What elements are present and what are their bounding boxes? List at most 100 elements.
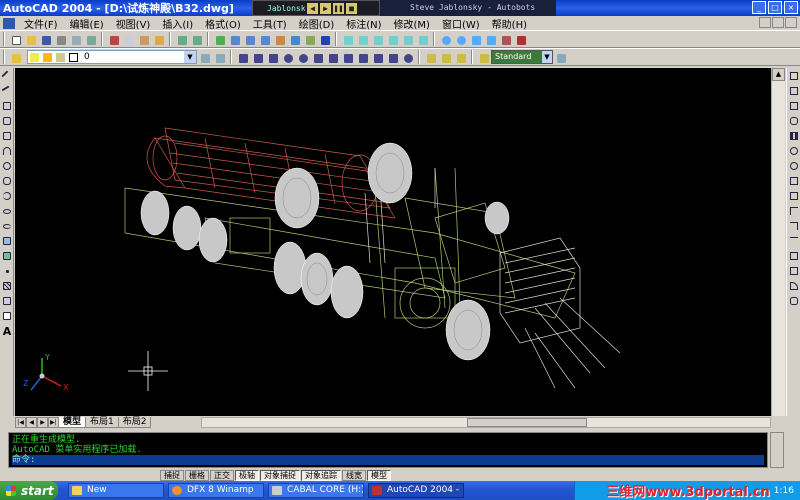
- taskbar-item-cabal-core[interactable]: CABAL CORE (H:): [268, 483, 364, 498]
- menu-modify[interactable]: 修改(M): [388, 16, 436, 31]
- spline-icon[interactable]: [1, 190, 13, 203]
- properties-icon[interactable]: [273, 33, 286, 46]
- chevron-down-icon[interactable]: ▼: [184, 51, 196, 63]
- menu-format[interactable]: 格式(O): [199, 16, 247, 31]
- osnap-midpoint-icon[interactable]: [356, 33, 369, 46]
- layer-previous-icon[interactable]: [213, 51, 226, 64]
- winamp-play-button[interactable]: ▶: [320, 2, 331, 14]
- rotate-icon[interactable]: [788, 160, 800, 173]
- arc-icon[interactable]: [1, 145, 13, 158]
- region-icon[interactable]: [1, 295, 13, 308]
- tolerance-icon[interactable]: [386, 51, 399, 64]
- publish-icon[interactable]: [84, 33, 97, 46]
- extend-icon[interactable]: [788, 220, 800, 233]
- first-tab-button[interactable]: |◀: [15, 416, 26, 428]
- dim-baseline-icon[interactable]: [341, 51, 354, 64]
- line-icon[interactable]: [1, 70, 13, 83]
- menu-dimension[interactable]: 标注(N): [340, 16, 387, 31]
- open-folder-icon[interactable]: [24, 33, 37, 46]
- polyline-icon[interactable]: [1, 100, 13, 113]
- dim-edit-icon[interactable]: [424, 51, 437, 64]
- menu-tools[interactable]: 工具(T): [247, 16, 293, 31]
- vertical-scrollbar[interactable]: ▲: [771, 68, 785, 416]
- taskbar-item-new[interactable]: New: [68, 483, 164, 498]
- menu-view[interactable]: 视图(V): [110, 16, 157, 31]
- center-mark-icon[interactable]: [401, 51, 414, 64]
- winamp-mini-player[interactable]: Jablonsky - ◀ ▶ ❚❚ ■: [252, 0, 380, 16]
- command-scrollbar[interactable]: [770, 432, 784, 468]
- rectangle-icon[interactable]: [1, 130, 13, 143]
- zoom-realtime-icon[interactable]: [228, 33, 241, 46]
- polar-toggle[interactable]: 极轴: [235, 469, 259, 481]
- dim-diameter-icon[interactable]: [296, 51, 309, 64]
- quick-dim-icon[interactable]: [326, 51, 339, 64]
- ortho-toggle[interactable]: 正交: [210, 469, 234, 481]
- dim-style-icon[interactable]: [477, 51, 490, 64]
- polygon-icon[interactable]: [1, 115, 13, 128]
- menu-edit[interactable]: 编辑(E): [64, 16, 110, 31]
- dim-radius-icon[interactable]: [281, 51, 294, 64]
- doc-close-button[interactable]: [785, 17, 797, 28]
- lineweight-toggle[interactable]: 线宽: [342, 469, 366, 481]
- zoom-previous-icon[interactable]: [258, 33, 271, 46]
- light-bulb-icon[interactable]: [30, 52, 39, 62]
- revision-cloud-icon[interactable]: [1, 175, 13, 188]
- chamfer-icon[interactable]: [788, 265, 800, 278]
- dim-linear-icon[interactable]: [236, 51, 249, 64]
- ellipse-icon[interactable]: [1, 205, 13, 218]
- match-properties-icon[interactable]: [152, 33, 165, 46]
- dim-angular-icon[interactable]: [311, 51, 324, 64]
- copy-object-icon[interactable]: [788, 85, 800, 98]
- chevron-down-icon[interactable]: ▼: [542, 51, 552, 63]
- start-button[interactable]: start: [0, 481, 58, 500]
- text-style-dropdown[interactable]: Standard ▼: [491, 50, 553, 64]
- osnap-settings-icon[interactable]: [514, 33, 527, 46]
- cut-icon[interactable]: [107, 33, 120, 46]
- offset-icon[interactable]: [788, 115, 800, 128]
- array-icon[interactable]: [788, 130, 800, 143]
- maximize-button[interactable]: □: [768, 1, 782, 14]
- move-icon[interactable]: [788, 145, 800, 158]
- osnap-intersection-icon[interactable]: [371, 33, 384, 46]
- model-toggle[interactable]: 模型: [367, 469, 391, 481]
- scale-icon[interactable]: [788, 175, 800, 188]
- osnap-endpoint-icon[interactable]: [341, 33, 354, 46]
- taskbar-item-dfx-winamp[interactable]: DFX 8 Winamp: [168, 483, 264, 498]
- close-button[interactable]: ×: [784, 1, 798, 14]
- break-at-point-icon[interactable]: [788, 235, 800, 248]
- erase-icon[interactable]: [788, 70, 800, 83]
- lock-icon[interactable]: [56, 52, 65, 62]
- menu-draw[interactable]: 绘图(D): [293, 16, 341, 31]
- menu-window[interactable]: 窗口(W): [436, 16, 486, 31]
- doc-restore-button[interactable]: [772, 17, 784, 28]
- otrack-toggle[interactable]: 对象追踪: [301, 469, 341, 481]
- tab-model[interactable]: 模型: [58, 416, 87, 428]
- document-icon[interactable]: [3, 17, 15, 29]
- osnap-none-icon[interactable]: [499, 33, 512, 46]
- mirror-icon[interactable]: [788, 100, 800, 113]
- dim-update-icon[interactable]: [454, 51, 467, 64]
- point-icon[interactable]: [1, 265, 13, 278]
- taskbar-item-autocad[interactable]: AutoCAD 2004 - ...: [368, 483, 464, 498]
- dim-ordinate-icon[interactable]: [266, 51, 279, 64]
- hatch-icon[interactable]: [1, 280, 13, 293]
- tray-clock[interactable]: 1:16: [774, 486, 794, 496]
- design-center-icon[interactable]: [288, 33, 301, 46]
- paste-icon[interactable]: [137, 33, 150, 46]
- trim-icon[interactable]: [788, 205, 800, 218]
- winamp-pause-button[interactable]: ❚❚: [333, 2, 344, 14]
- copy-icon[interactable]: [122, 33, 135, 46]
- dim-text-edit-icon[interactable]: [439, 51, 452, 64]
- next-tab-button[interactable]: ▶: [37, 416, 48, 428]
- osnap-toggle[interactable]: 对象捕捉: [260, 469, 300, 481]
- circle-icon[interactable]: [1, 160, 13, 173]
- osnap-nearest-icon[interactable]: [416, 33, 429, 46]
- make-object-layer-current-icon[interactable]: [198, 51, 211, 64]
- winamp-prev-button[interactable]: ◀: [307, 2, 318, 14]
- construction-line-icon[interactable]: [1, 85, 13, 98]
- winamp-stop-button[interactable]: ■: [346, 2, 357, 14]
- sun-icon[interactable]: [43, 52, 52, 62]
- pan-icon[interactable]: [213, 33, 226, 46]
- fillet-icon[interactable]: [788, 280, 800, 293]
- osnap-quadrant-icon[interactable]: [454, 33, 467, 46]
